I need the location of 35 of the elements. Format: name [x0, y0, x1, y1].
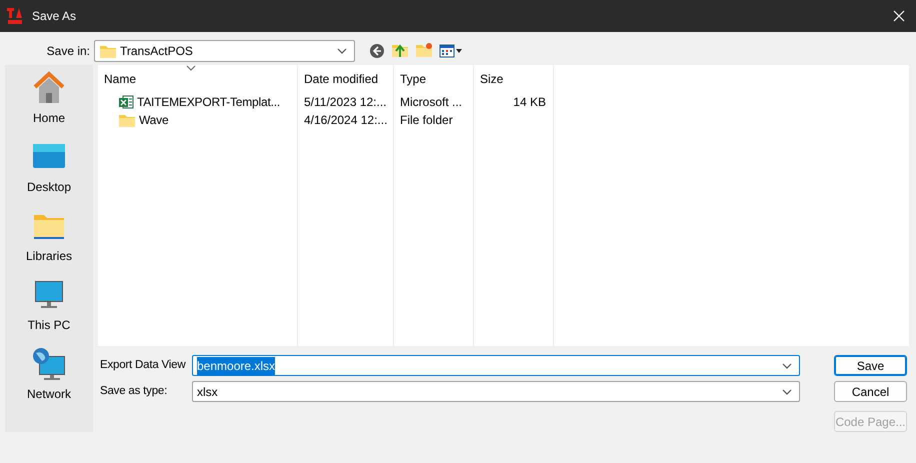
column-header[interactable]: Size: [474, 65, 553, 93]
sort-caret-icon: [186, 65, 196, 71]
dialog-button[interactable]: Cancel: [834, 381, 907, 402]
spreadsheet-icon: [118, 94, 134, 110]
sidebar-item[interactable]: This PC: [9, 276, 89, 336]
network-icon: [31, 347, 67, 383]
sidebar-item[interactable]: Libraries: [9, 207, 89, 267]
file-type-field[interactable]: xlsx: [192, 381, 800, 402]
column-header[interactable]: Date modified: [298, 65, 393, 93]
sidebar-item[interactable]: Desktop: [9, 138, 89, 198]
sidebar-item[interactable]: Network: [9, 345, 89, 405]
table-cell-text: 5/11/2023 12:...: [303, 94, 388, 111]
table-cell-text: Microsoft ...: [399, 94, 464, 111]
file-name[interactable]: Wave: [98, 111, 297, 129]
close-icon[interactable]: [892, 9, 906, 23]
sidebar-item[interactable]: Home: [9, 69, 89, 129]
column-header[interactable]: Name: [98, 65, 297, 93]
file-name-label: Export Data View: [99, 358, 187, 373]
save-in-label: Save in:: [46, 43, 91, 60]
app-logo-icon: [6, 7, 24, 25]
new-folder-icon[interactable]: [415, 42, 433, 60]
up-folder-icon[interactable]: [391, 42, 409, 60]
dialog-button[interactable]: Save: [834, 355, 907, 376]
save-in-dropdown[interactable]: TransActPOS: [94, 40, 355, 62]
folder-icon: [118, 112, 136, 128]
column-header[interactable]: Type: [394, 65, 473, 93]
window-title: Save As: [32, 8, 76, 25]
view-menu-icon[interactable]: [439, 43, 463, 59]
table-cell-text: File folder: [399, 112, 454, 129]
back-icon[interactable]: [369, 43, 385, 59]
table-cell-text: 14 KB: [512, 94, 547, 111]
file-name[interactable]: TAITEMEXPORT-Templat...: [98, 93, 297, 111]
file-type-label: Save as type:: [99, 384, 168, 399]
file-name-field[interactable]: benmoore.xlsx: [192, 355, 800, 376]
table-cell-text: 4/16/2024 12:...: [303, 112, 388, 129]
